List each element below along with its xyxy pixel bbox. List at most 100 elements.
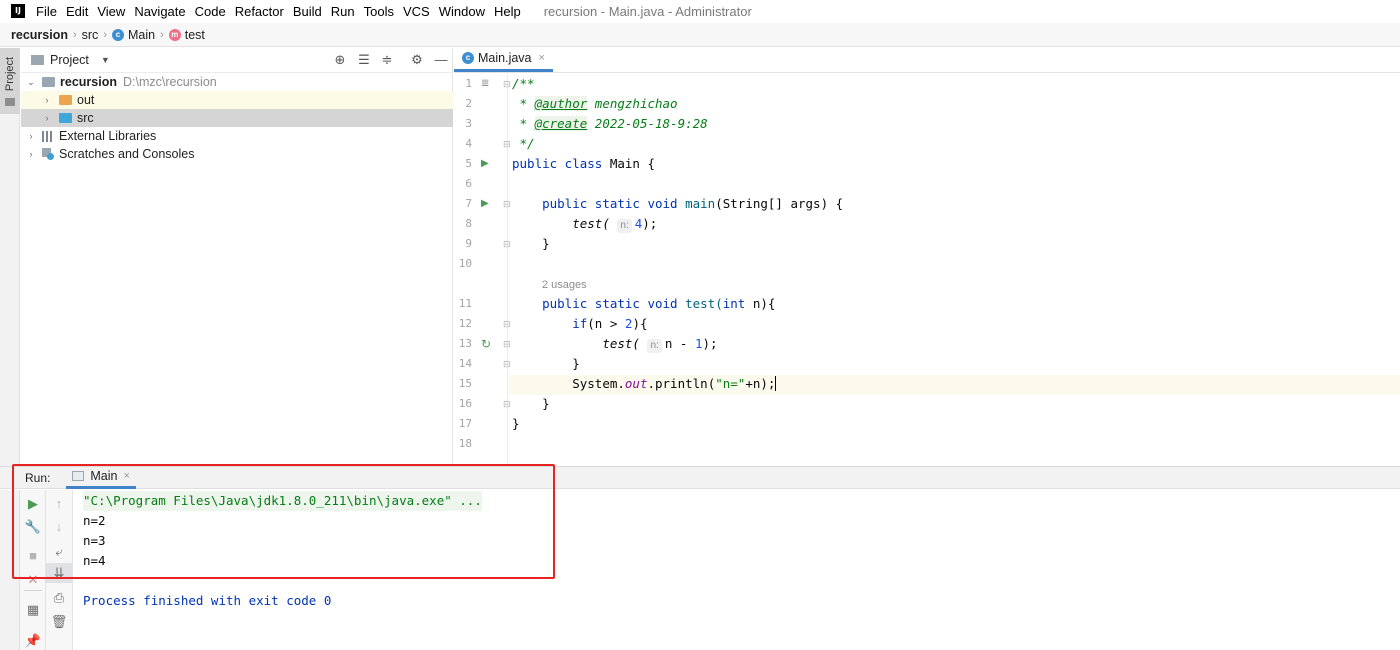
editor-gutter[interactable]: 1 ≣ 2 3 4 5 ▶ 6 7 ▶ 8 9 10 11 12 13 ↻ 14… <box>454 74 511 466</box>
print-icon[interactable]: ⎙ <box>46 588 72 608</box>
expand-all-icon[interactable]: ☰ <box>357 53 371 67</box>
left-tool-stripe: Project <box>0 48 20 466</box>
project-view-selector[interactable]: Project <box>50 53 89 67</box>
code-line-3: * @create 2022-05-18-9:28 <box>512 116 708 131</box>
wrench-icon[interactable]: 🔧 <box>20 517 46 537</box>
project-view-icon <box>31 55 44 65</box>
close-icon[interactable]: × <box>123 470 129 482</box>
breadcrumb-class[interactable]: Main <box>128 28 155 42</box>
run-config-icon <box>72 471 85 481</box>
chevron-down-icon[interactable]: ⌄ <box>25 77 37 88</box>
code-line-9: } <box>542 236 550 251</box>
console-output-line: n=3 <box>83 533 106 548</box>
run-toolbar-secondary: ↑ ↓ ⤶ ⇊ ⎙ 🗑 <box>46 490 73 650</box>
menu-bar: IJ File Edit View Navigate Code Refactor… <box>0 0 1400 22</box>
menu-vcs[interactable]: VCS <box>403 4 430 19</box>
console-command-line: "C:\Program Files\Java\jdk1.8.0_211\bin\… <box>83 491 482 511</box>
tree-item-label: Scratches and Consoles <box>59 147 195 161</box>
gear-icon[interactable]: ⚙ <box>410 53 424 67</box>
scratches-icon <box>42 148 54 160</box>
minimize-icon[interactable]: — <box>434 53 448 67</box>
chevron-right-icon[interactable]: › <box>41 113 53 123</box>
project-tool-window-button[interactable]: Project <box>0 48 20 114</box>
chevron-right-icon[interactable]: › <box>25 149 37 159</box>
tree-item-root[interactable]: ⌄ recursion D:\mzc\recursion <box>21 73 453 91</box>
usages-hint[interactable]: 2 usages <box>542 275 587 295</box>
menu-help[interactable]: Help <box>494 4 521 19</box>
chevron-down-icon[interactable]: ▼ <box>101 55 110 65</box>
editor-tab-bar: c Main.java × <box>454 47 1400 73</box>
line-number: 18 <box>458 437 472 450</box>
class-icon: c <box>111 28 124 41</box>
run-tab-label: Main <box>90 469 118 483</box>
menu-edit[interactable]: Edit <box>66 4 88 19</box>
menu-navigate[interactable]: Navigate <box>134 4 185 19</box>
line-number: 2 <box>465 97 472 110</box>
arrow-up-icon[interactable]: ↑ <box>46 494 72 514</box>
menu-tools[interactable]: Tools <box>364 4 394 19</box>
line-number: 16 <box>458 397 472 410</box>
line-number: 15 <box>458 377 472 390</box>
code-line-1: /** <box>512 76 535 91</box>
run-icon[interactable]: ▶ <box>481 194 489 214</box>
arrow-down-icon[interactable]: ↓ <box>46 517 72 537</box>
breadcrumb-project[interactable]: recursion <box>11 28 68 42</box>
breadcrumb: recursion › src › c Main › m test <box>0 23 1400 47</box>
code-line-17: } <box>512 416 520 431</box>
line-number: 10 <box>458 257 472 270</box>
console-output[interactable]: "C:\Program Files\Java\jdk1.8.0_211\bin\… <box>73 490 1400 650</box>
intellij-logo-icon: IJ <box>11 4 25 18</box>
menu-refactor[interactable]: Refactor <box>235 4 284 19</box>
breadcrumb-method[interactable]: test <box>185 28 205 42</box>
close-run-icon[interactable]: ✕ <box>20 570 46 590</box>
code-line-2: * @author mengzhichao <box>512 96 678 111</box>
breadcrumb-separator-icon: › <box>160 28 164 41</box>
tree-item-label: External Libraries <box>59 129 157 143</box>
soft-wrap-icon[interactable]: ⤶ <box>46 542 72 562</box>
tree-item-scratches[interactable]: › Scratches and Consoles <box>21 145 453 163</box>
editor-tab-main-java[interactable]: c Main.java × <box>454 47 553 72</box>
menu-file[interactable]: File <box>36 4 57 19</box>
code-line-8: test( n: 4); <box>572 216 658 233</box>
run-icon[interactable]: ▶ <box>481 154 489 174</box>
code-line-16: } <box>542 396 550 411</box>
line-number: 1 <box>465 77 472 90</box>
menu-code[interactable]: Code <box>195 4 226 19</box>
close-icon[interactable]: × <box>539 52 545 64</box>
pin-icon[interactable]: 📌 <box>20 631 46 650</box>
run-tab-main[interactable]: Main × <box>66 467 136 489</box>
menu-build[interactable]: Build <box>293 4 322 19</box>
menu-window[interactable]: Window <box>439 4 485 19</box>
line-number: 8 <box>465 217 472 230</box>
method-icon: m <box>168 28 181 41</box>
collapse-all-icon[interactable]: ≑ <box>380 53 394 67</box>
doc-render-icon[interactable]: ≣ <box>481 74 489 94</box>
breadcrumb-src[interactable]: src <box>82 28 99 42</box>
folder-icon <box>5 98 15 106</box>
scroll-to-end-icon[interactable]: ⇊ <box>46 563 72 583</box>
code-line-15: System.out.println("n="+n); <box>572 376 777 391</box>
menu-view[interactable]: View <box>97 4 125 19</box>
tree-item-src[interactable]: › src <box>21 109 453 127</box>
layout-icon[interactable]: ▦ <box>20 600 46 620</box>
excluded-folder-icon <box>59 95 72 105</box>
console-exit-line: Process finished with exit code 0 <box>83 593 332 608</box>
chevron-right-icon[interactable]: › <box>25 131 37 141</box>
trash-icon[interactable]: 🗑 <box>46 612 72 632</box>
line-number: 3 <box>465 117 472 130</box>
project-stripe-label: Project <box>4 56 16 92</box>
parameter-hint: n: <box>647 339 662 353</box>
run-tool-window: Run: Main × ▶ 🔧 ■ ✕ ▦ 📌 ↑ ↓ ⤶ ⇊ ⎙ 🗑 "C:\… <box>0 466 1400 650</box>
tree-item-external-libraries[interactable]: › External Libraries <box>21 127 453 145</box>
rerun-icon[interactable]: ▶ <box>20 494 46 514</box>
stop-icon[interactable]: ■ <box>20 546 46 566</box>
menu-run[interactable]: Run <box>331 4 355 19</box>
code-text-area[interactable]: /** * @author mengzhichao * @create 2022… <box>509 74 1400 466</box>
line-number: 4 <box>465 137 472 150</box>
code-line-11: public static void test(int n){ <box>542 296 776 311</box>
tree-item-path: D:\mzc\recursion <box>122 75 217 89</box>
line-number: 9 <box>465 237 472 250</box>
locate-icon[interactable]: ⊕ <box>333 53 347 67</box>
chevron-right-icon[interactable]: › <box>41 95 53 105</box>
tree-item-out[interactable]: › out <box>21 91 453 109</box>
